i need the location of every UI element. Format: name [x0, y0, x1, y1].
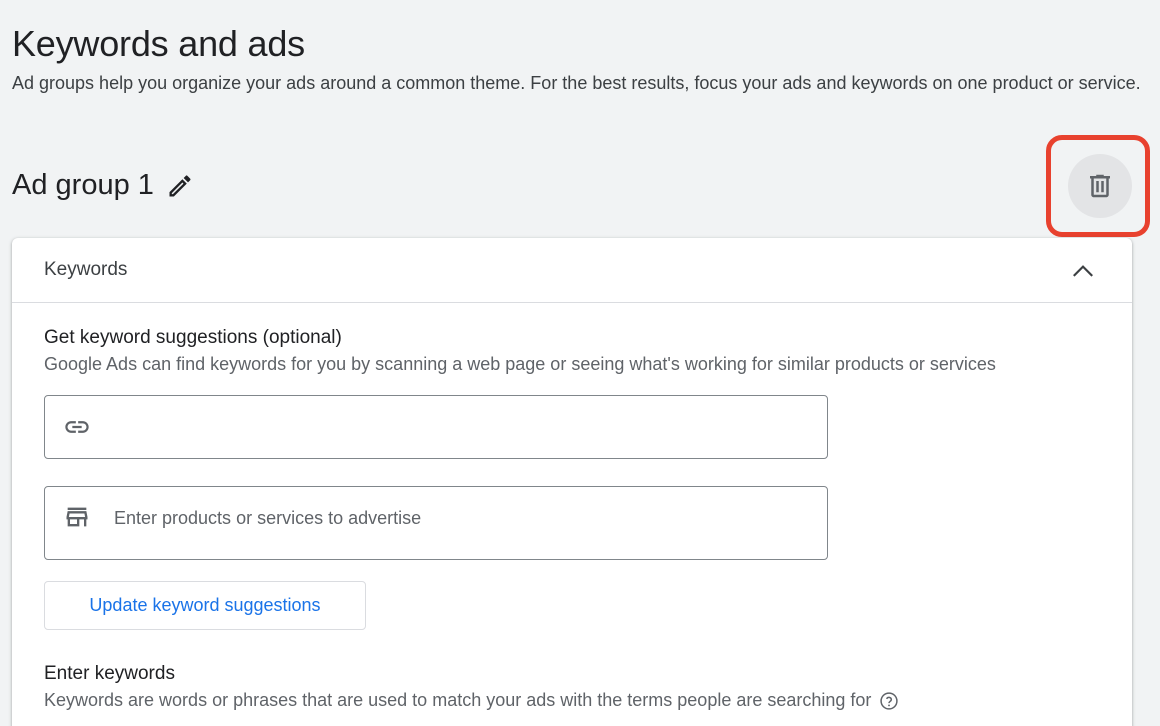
trash-icon [1090, 174, 1110, 198]
keywords-and-ads-page: Keywords and ads Ad groups help you orga… [0, 0, 1160, 726]
update-keyword-suggestions-button[interactable]: Update keyword suggestions [44, 581, 366, 630]
suggestions-title: Get keyword suggestions (optional) [44, 327, 342, 348]
page-description: Ad groups help you organize your ads aro… [12, 73, 1141, 93]
page-title: Keywords and ads [12, 23, 305, 64]
ad-group-name: Ad group 1 [12, 169, 154, 201]
store-icon [63, 503, 91, 531]
suggestions-description: Google Ads can find keywords for you by … [44, 354, 996, 374]
ad-group-heading: Ad group 1 [12, 165, 194, 205]
help-circle-icon[interactable] [879, 691, 899, 711]
url-input-box[interactable] [44, 395, 828, 459]
enter-keywords-description-row: Keywords are words or phrases that are u… [44, 690, 899, 711]
pencil-icon[interactable] [166, 171, 194, 199]
keywords-card-title: Keywords [44, 259, 128, 280]
url-input[interactable] [114, 416, 804, 438]
keywords-card-header[interactable]: Keywords [12, 238, 1132, 303]
enter-keywords-description: Keywords are words or phrases that are u… [44, 690, 872, 710]
products-input-box[interactable] [44, 486, 828, 560]
enter-keywords-title: Enter keywords [44, 663, 175, 684]
products-services-input[interactable] [114, 507, 804, 529]
keywords-card: Keywords Get keyword suggestions (option… [12, 238, 1132, 726]
chevron-up-icon[interactable] [1070, 258, 1096, 284]
delete-ad-group-button[interactable] [1068, 154, 1132, 218]
link-icon [63, 413, 91, 441]
